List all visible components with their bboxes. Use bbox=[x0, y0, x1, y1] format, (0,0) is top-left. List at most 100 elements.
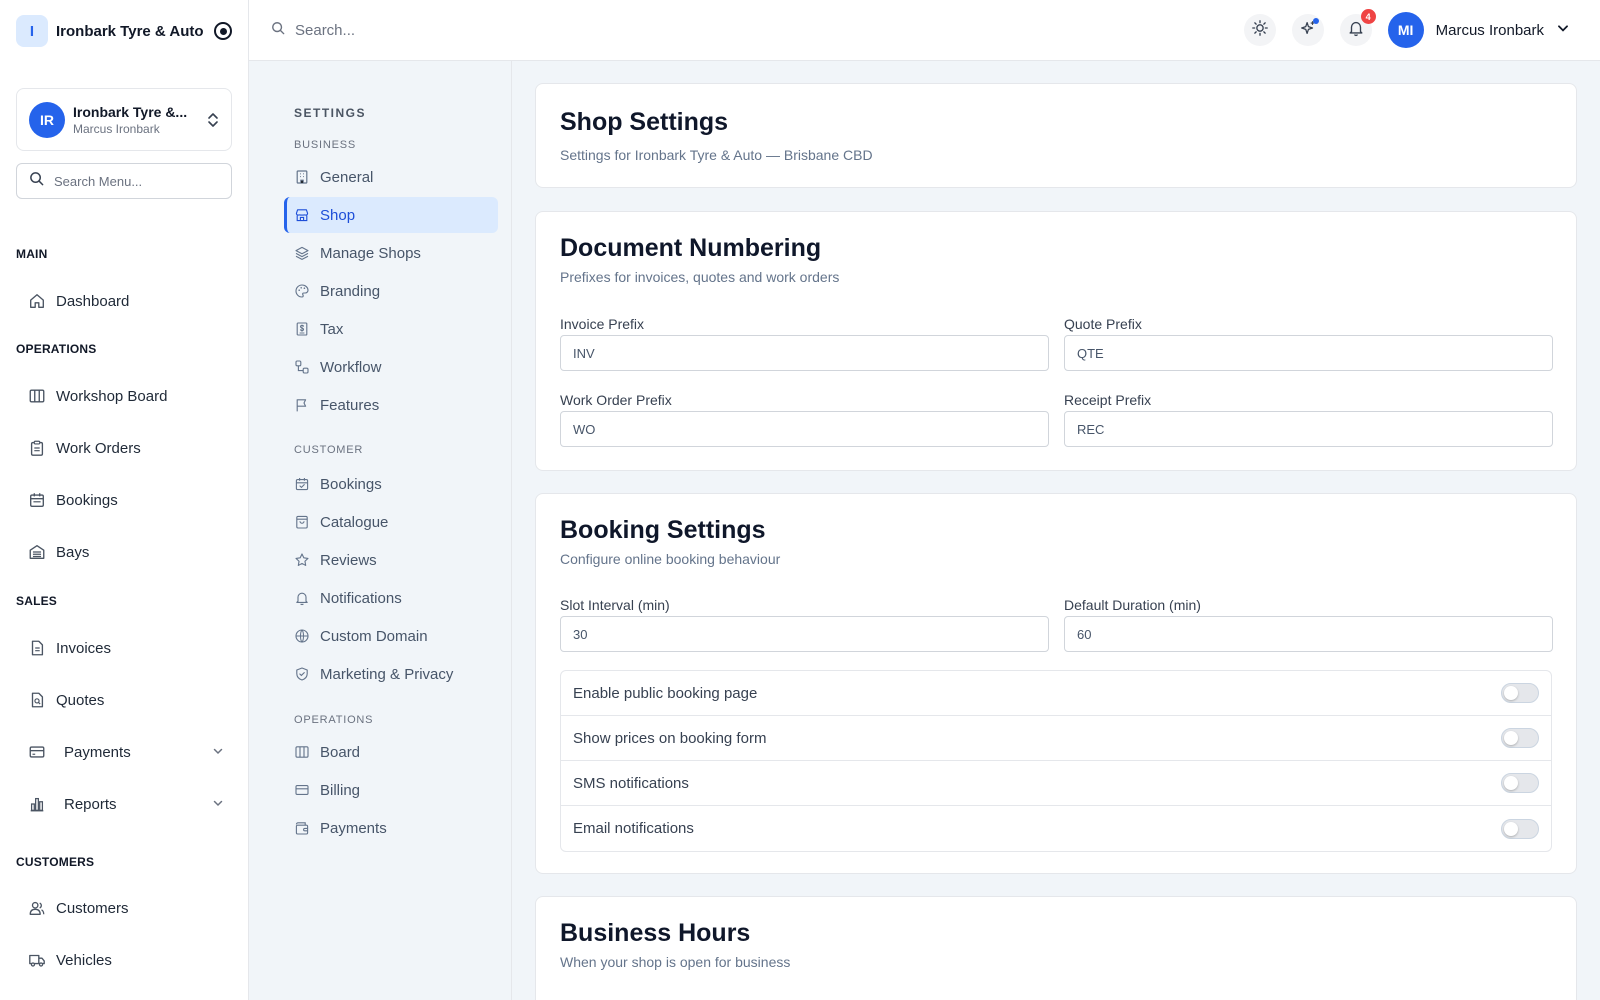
target-icon[interactable] bbox=[214, 22, 232, 40]
show-prices-toggle[interactable] bbox=[1501, 728, 1539, 748]
toggle-label: Enable public booking page bbox=[573, 684, 758, 702]
sidebar-item-reports[interactable]: Reports bbox=[28, 787, 224, 821]
palette-icon bbox=[294, 283, 310, 299]
notifications-button[interactable]: 4 bbox=[1339, 9, 1376, 46]
bell-icon bbox=[1347, 19, 1365, 42]
sidebar-item-dashboard[interactable]: Dashboard bbox=[28, 284, 224, 318]
settings-heading-business: BUSINESS bbox=[294, 139, 357, 151]
theme-toggle-button[interactable] bbox=[1243, 14, 1276, 46]
business-hours-card: Business Hours When your shop is open fo… bbox=[535, 896, 1577, 1000]
global-search-input[interactable] bbox=[295, 21, 595, 39]
settings-item-shop[interactable]: Shop bbox=[284, 197, 498, 233]
calendar-icon bbox=[28, 491, 46, 509]
quote-prefix-label: Quote Prefix bbox=[1064, 316, 1142, 332]
columns-icon bbox=[294, 744, 310, 760]
quote-prefix-input[interactable] bbox=[1064, 335, 1553, 371]
section-subtitle: Configure online booking behaviour bbox=[560, 551, 781, 567]
settings-item-payments[interactable]: Payments bbox=[284, 810, 498, 846]
sidebar-item-label: Bays bbox=[56, 543, 90, 561]
receipt-prefix-label: Receipt Prefix bbox=[1064, 392, 1152, 408]
credit-card-icon bbox=[28, 743, 46, 761]
user-avatar[interactable]: MI bbox=[1387, 12, 1424, 48]
settings-item-label: Shop bbox=[320, 206, 356, 224]
file-search-icon bbox=[28, 691, 46, 709]
brand-name[interactable]: Ironbark Tyre & Auto bbox=[56, 23, 214, 40]
page-subtitle: Settings for Ironbark Tyre & Auto — Bris… bbox=[560, 147, 873, 163]
settings-item-features[interactable]: Features bbox=[284, 387, 498, 423]
sidebar-item-vehicles[interactable]: Vehicles bbox=[28, 943, 224, 977]
nav-heading-operations: OPERATIONS bbox=[16, 342, 97, 356]
sidebar-item-label: Reports bbox=[64, 795, 117, 813]
chevron-down-icon[interactable] bbox=[212, 797, 224, 812]
public-booking-toggle[interactable] bbox=[1501, 683, 1539, 703]
global-search[interactable] bbox=[271, 21, 595, 40]
settings-item-label: Reviews bbox=[320, 551, 377, 569]
settings-item-marketing-privacy[interactable]: Marketing & Privacy bbox=[284, 656, 498, 692]
brand-bar: I Ironbark Tyre & Auto bbox=[0, 0, 248, 62]
brand-logo[interactable]: I bbox=[16, 15, 48, 47]
settings-item-notifications[interactable]: Notifications bbox=[284, 580, 498, 616]
workflow-icon bbox=[294, 359, 310, 375]
invoice-prefix-input[interactable] bbox=[560, 335, 1049, 371]
settings-item-catalogue[interactable]: Catalogue bbox=[284, 504, 498, 540]
settings-item-label: General bbox=[320, 168, 374, 186]
chevron-down-icon[interactable] bbox=[212, 745, 224, 760]
search-icon bbox=[29, 171, 44, 191]
org-switcher[interactable]: IR Ironbark Tyre &... Marcus Ironbark bbox=[16, 88, 232, 151]
page-title: Shop Settings bbox=[560, 108, 729, 136]
org-user: Marcus Ironbark bbox=[73, 121, 160, 136]
settings-heading-customer: CUSTOMER bbox=[294, 444, 364, 456]
settings-item-label: Billing bbox=[320, 781, 361, 799]
email-notifications-toggle[interactable] bbox=[1501, 818, 1539, 839]
sidebar-item-workshop-board[interactable]: Workshop Board bbox=[28, 379, 224, 413]
bell-icon bbox=[294, 590, 310, 606]
nav-heading-main: MAIN bbox=[16, 247, 48, 261]
settings-item-label: Branding bbox=[320, 282, 381, 300]
toggle-label: SMS notifications bbox=[573, 774, 689, 792]
toggle-row: Email notifications bbox=[561, 806, 1551, 851]
settings-item-bookings[interactable]: Bookings bbox=[284, 466, 498, 502]
sidebar-item-label: Workshop Board bbox=[56, 387, 168, 405]
settings-item-custom-domain[interactable]: Custom Domain bbox=[284, 618, 498, 654]
toggle-row: SMS notifications bbox=[561, 761, 1551, 806]
org-avatar: IR bbox=[29, 101, 65, 138]
sidebar-item-bookings[interactable]: Bookings bbox=[28, 483, 224, 517]
default-duration-label: Default Duration (min) bbox=[1064, 597, 1201, 613]
section-subtitle: When your shop is open for business bbox=[560, 954, 791, 970]
ai-assistant-button[interactable] bbox=[1291, 14, 1324, 46]
settings-item-label: Marketing & Privacy bbox=[320, 665, 454, 683]
default-duration-input[interactable] bbox=[1064, 616, 1553, 652]
shield-check-icon bbox=[294, 666, 310, 682]
settings-item-reviews[interactable]: Reviews bbox=[284, 542, 498, 578]
sidebar-item-work-orders[interactable]: Work Orders bbox=[28, 431, 224, 465]
sidebar-item-quotes[interactable]: Quotes bbox=[28, 683, 224, 717]
sidebar-item-customers[interactable]: Customers bbox=[28, 891, 224, 925]
receipt-prefix-input[interactable] bbox=[1064, 411, 1553, 447]
sms-notifications-toggle[interactable] bbox=[1501, 773, 1539, 793]
settings-item-tax[interactable]: Tax bbox=[284, 311, 498, 347]
settings-item-general[interactable]: General bbox=[284, 159, 498, 195]
work-order-prefix-input[interactable] bbox=[560, 411, 1049, 447]
settings-item-manage-shops[interactable]: Manage Shops bbox=[284, 235, 498, 271]
settings-item-billing[interactable]: Billing bbox=[284, 772, 498, 808]
file-text-icon bbox=[28, 639, 46, 657]
flag-icon bbox=[294, 397, 310, 413]
app-sidebar: I Ironbark Tyre & Auto IR Ironbark Tyre … bbox=[0, 0, 249, 1000]
columns-icon bbox=[28, 387, 46, 405]
sidebar-item-bays[interactable]: Bays bbox=[28, 535, 224, 569]
users-icon bbox=[28, 899, 46, 917]
user-name[interactable]: Marcus Ironbark bbox=[1436, 22, 1544, 39]
chevron-down-icon[interactable] bbox=[1556, 21, 1570, 40]
slot-interval-input[interactable] bbox=[560, 616, 1049, 652]
menu-search-input[interactable] bbox=[54, 173, 214, 189]
settings-item-workflow[interactable]: Workflow bbox=[284, 349, 498, 385]
menu-search[interactable] bbox=[16, 163, 232, 199]
slot-interval-label: Slot Interval (min) bbox=[560, 597, 670, 613]
sidebar-item-invoices[interactable]: Invoices bbox=[28, 631, 224, 665]
globe-icon bbox=[294, 628, 310, 644]
settings-item-branding[interactable]: Branding bbox=[284, 273, 498, 309]
settings-heading-operations: OPERATIONS bbox=[294, 714, 374, 726]
header-actions: 4 MI Marcus Ironbark bbox=[1228, 9, 1570, 48]
settings-item-board[interactable]: Board bbox=[284, 734, 498, 770]
sidebar-item-payments[interactable]: Payments bbox=[28, 735, 224, 769]
